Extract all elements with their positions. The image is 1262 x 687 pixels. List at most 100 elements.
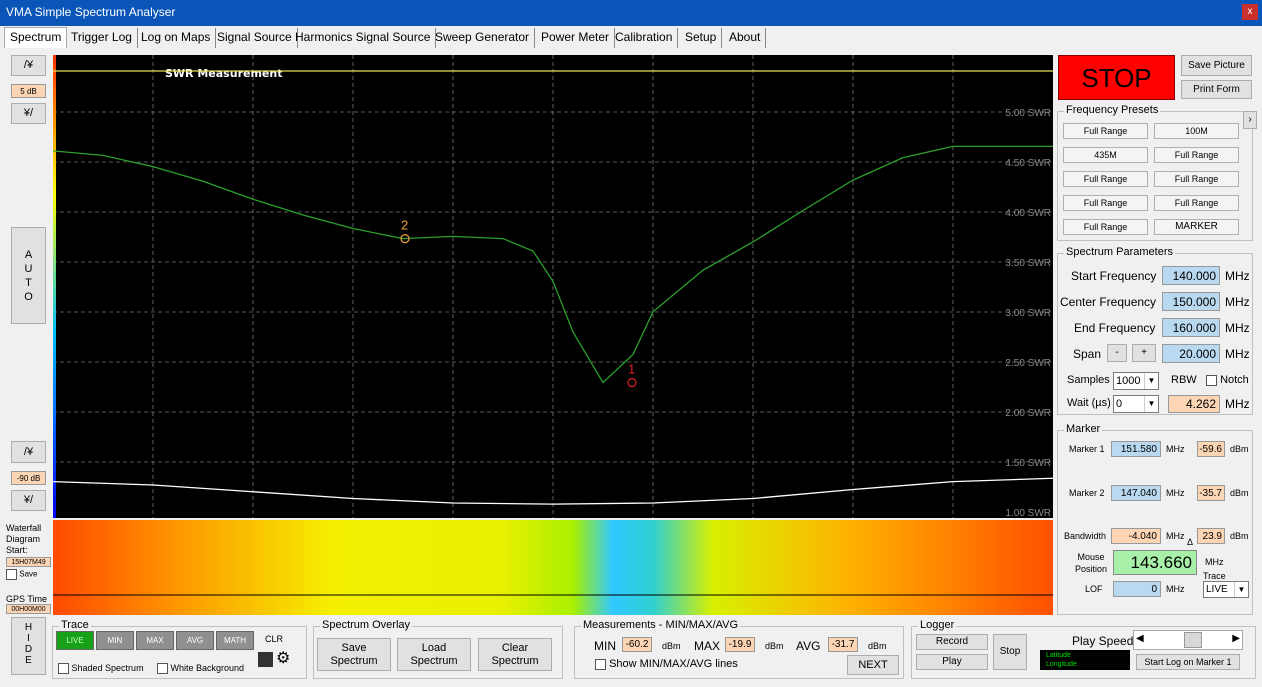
wait-label: Wait (µs) [1067,397,1111,409]
lof-field[interactable]: 0 [1113,581,1161,597]
waterfall-save-checkbox[interactable]: Save [6,569,37,580]
span-unit: MHz [1225,347,1250,361]
wait-select[interactable]: 0 ▼ [1113,395,1159,413]
scale-down-top-button[interactable]: ¥/ [11,103,46,124]
tab-bar: Spectrum Trigger Log Log on Maps Signal Sou… [0,27,1262,48]
preset-button-7[interactable]: Full Range [1063,195,1148,211]
shaded-spectrum-checkbox[interactable]: Shaded Spectrum [58,663,144,675]
chevron-down-icon: ▼ [1234,582,1248,597]
show-lines-checkbox[interactable]: Show MIN/MAX/AVG lines [595,658,738,670]
db-ref-field[interactable]: -90 dB [11,471,46,485]
waterfall-start-field: 15H07M49 [6,557,51,567]
start-log-button[interactable]: Start Log on Marker 1 [1136,654,1240,670]
record-button[interactable]: Record [916,634,988,650]
bandwidth-db-unit: dBm [1230,531,1249,541]
preset-button-1[interactable]: Full Range [1063,123,1148,139]
y-tick-label: 2.00 SWR [1005,408,1051,419]
logger-stop-button[interactable]: Stop [993,634,1027,670]
tab-sweep-generator[interactable]: Sweep Generator [430,28,536,48]
hide-button[interactable]: H I D E [11,617,46,675]
preset-button-9[interactable]: Full Range [1063,219,1148,235]
trace-select[interactable]: LIVE ▼ [1203,581,1249,598]
spectrum-overlay-title: Spectrum Overlay [320,619,413,631]
span-label: Span [1073,347,1102,361]
scale-down-bottom-button[interactable]: ¥/ [11,490,46,511]
settings-gear-icon[interactable]: ⚙ [276,651,290,667]
window-title: VMA Simple Spectrum Analyser [6,5,176,19]
meas-max-label: MAX [694,639,721,653]
tab-spectrum[interactable]: Spectrum [4,27,68,48]
trace-avg-button[interactable]: AVG [176,631,214,650]
mouse-position-field: 143.660 [1113,550,1197,575]
tab-power-meter[interactable]: Power Meter [536,28,616,48]
trace-math-button[interactable]: MATH [216,631,254,650]
longitude-label: Longitude [1046,661,1077,668]
print-form-button[interactable]: Print Form [1181,80,1252,99]
preset-button-5[interactable]: Full Range [1063,171,1148,187]
tab-trigger-log[interactable]: Trigger Log [66,28,138,48]
span-field[interactable]: 20.000 [1162,344,1220,363]
tab-log-on-maps[interactable]: Log on Maps [136,28,217,48]
chevron-right-icon: › [1248,114,1252,125]
preset-button-4[interactable]: Full Range [1154,147,1239,163]
trace-group-title: Trace [59,619,91,631]
lof-unit: MHz [1166,584,1185,594]
trace-live-button[interactable]: LIVE [56,631,94,650]
bandwidth-unit: MHz [1166,531,1185,541]
tab-calibration[interactable]: Calibration [610,28,679,48]
trace-min-button[interactable]: MIN [96,631,134,650]
next-button[interactable]: NEXT [847,655,899,675]
close-button[interactable]: x [1242,4,1258,20]
marker-title: Marker [1064,423,1103,435]
y-tick-label: 4.50 SWR [1005,158,1051,169]
clear-spectrum-button[interactable]: Clear Spectrum [478,638,552,671]
trace-max-button[interactable]: MAX [136,631,174,650]
preset-button-10[interactable]: MARKER [1154,219,1239,235]
preset-button-8[interactable]: Full Range [1154,195,1239,211]
span-minus-button[interactable]: - [1107,344,1127,362]
db-step-field[interactable]: 5 dB [11,84,46,98]
tab-signal-source[interactable]: Signal Source [212,28,298,48]
scale-up-top-button[interactable]: /¥ [11,55,46,76]
rbw-value-field: 4.262 [1168,395,1220,413]
notch-checkbox[interactable]: Notch [1206,374,1249,386]
marker1-label: Marker 1 [1069,444,1105,454]
preset-button-3[interactable]: 435M [1063,147,1148,163]
slider-thumb[interactable] [1184,632,1202,648]
save-spectrum-button[interactable]: Save Spectrum [317,638,391,671]
chevron-left-icon: ◀ [1136,633,1144,644]
waterfall-diagram[interactable] [53,520,1053,615]
samples-select[interactable]: 1000 ▼ [1113,372,1159,390]
waterfall-label: Waterfall Diagram Start: [6,523,42,555]
span-plus-button[interactable]: + [1132,344,1156,362]
preset-button-2[interactable]: 100M [1154,123,1239,139]
spectrum-chart[interactable]: 5.00 SWR 4.50 SWR 4.00 SWR 3.50 SWR 3.00 SWR… [53,55,1053,518]
center-frequency-field[interactable]: 150.000 [1162,292,1220,311]
play-speed-slider[interactable]: ◀ ▶ [1133,630,1243,650]
meas-avg-unit: dBm [868,641,887,651]
load-spectrum-button[interactable]: Load Spectrum [397,638,471,671]
white-background-label: White Background [170,663,245,673]
white-background-checkbox[interactable]: White Background [157,663,245,675]
tab-setup[interactable]: Setup [680,28,723,48]
marker2-label: Marker 2 [1069,488,1105,498]
tab-harmonics-signal-source[interactable]: Harmonics Signal Source [290,28,437,48]
start-frequency-field[interactable]: 140.000 [1162,266,1220,285]
presets-next-button[interactable]: › [1243,111,1257,129]
end-frequency-field[interactable]: 160.000 [1162,318,1220,337]
play-button[interactable]: Play [916,654,988,670]
stop-button[interactable]: STOP [1058,55,1175,100]
auto-button[interactable]: A U T O [11,227,46,324]
save-picture-button[interactable]: Save Picture [1181,55,1252,76]
shaded-spectrum-label: Shaded Spectrum [71,663,144,673]
chart-title: SWR Measurement [165,67,282,80]
preset-button-6[interactable]: Full Range [1154,171,1239,187]
y-tick-label: 1.00 SWR [1005,508,1051,518]
tab-about[interactable]: About [724,28,767,48]
save-disk-icon[interactable] [258,652,273,667]
bandwidth-label: Bandwidth [1064,531,1107,541]
chevron-right-icon: ▶ [1232,633,1240,644]
scale-up-bottom-button[interactable]: /¥ [11,441,46,463]
clear-trace-button[interactable]: CLR [258,631,290,650]
lof-label: LOF [1085,584,1103,594]
